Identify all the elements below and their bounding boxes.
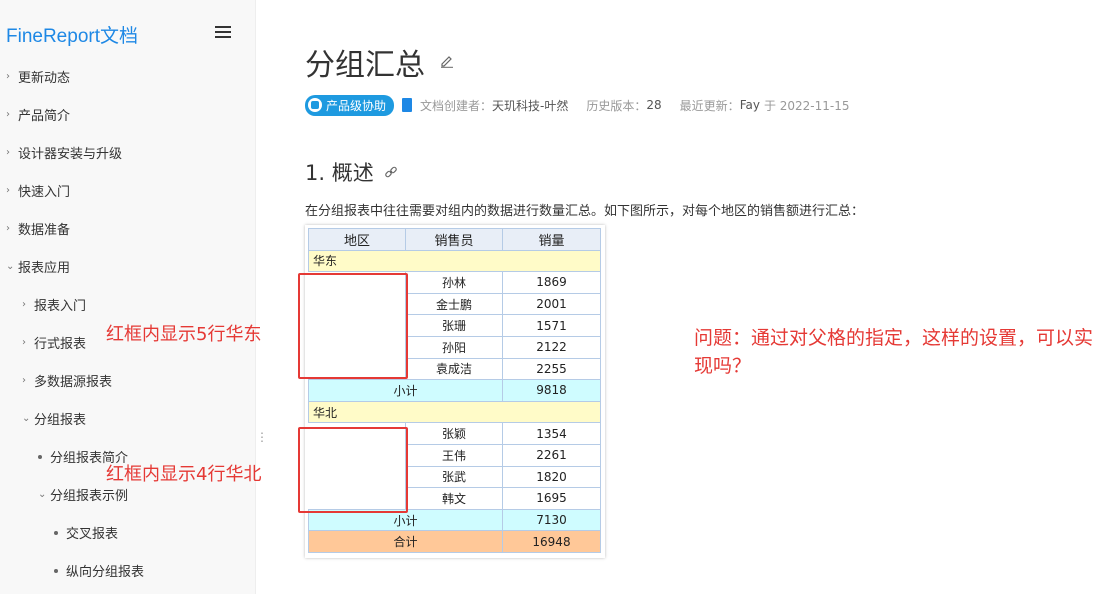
document-icon bbox=[402, 98, 413, 112]
chevron-down-icon: ⌄ bbox=[22, 413, 31, 424]
sidebar-item-updates[interactable]: › 更新动态 bbox=[6, 67, 70, 86]
support-badge[interactable]: 产品级协助 bbox=[305, 94, 395, 116]
question-annotation: 问题：通过对父格的指定，这样的设置，可以实现吗？ bbox=[694, 327, 1094, 377]
bullet-icon bbox=[38, 454, 42, 459]
sidebar-item-quickstart[interactable]: › 快速入门 bbox=[6, 181, 70, 200]
sidebar: FineReport文档 › 更新动态 › 产品简介 › 设计器安装与升级 › 快速入门… bbox=[0, 0, 256, 594]
annotation-north: 红框内显示4行华北 bbox=[106, 464, 262, 485]
sidebar-item-install[interactable]: › 设计器安装与升级 bbox=[6, 143, 122, 162]
sidebar-item-report-basics[interactable]: › 报表入门 bbox=[22, 295, 86, 314]
sidebar-item-report-apps[interactable]: ⌄ 报表应用 bbox=[6, 257, 70, 276]
subtotal-row: 小计 9818 bbox=[308, 379, 601, 402]
chevron-right-icon: › bbox=[22, 337, 26, 348]
bullet-icon bbox=[54, 568, 58, 573]
updated-by: Fay bbox=[739, 98, 760, 112]
chevron-right-icon: › bbox=[6, 185, 10, 196]
sidebar-item-row-report[interactable]: › 行式报表 bbox=[22, 333, 86, 352]
red-highlight-box-east bbox=[298, 273, 408, 379]
chevron-right-icon: › bbox=[6, 147, 10, 158]
sidebar-item-group-report[interactable]: ⌄ 分组报表 bbox=[22, 409, 86, 428]
chevron-down-icon: ⌄ bbox=[6, 261, 15, 272]
sidebar-item-vertical-group[interactable]: 纵向分组报表 bbox=[54, 561, 144, 580]
chevron-down-icon: ⌄ bbox=[38, 489, 47, 500]
chevron-right-icon: › bbox=[6, 109, 10, 120]
brand-logo-text[interactable]: FineReport文档 bbox=[6, 21, 138, 48]
total-row: 合计 16948 bbox=[308, 530, 601, 553]
chevron-right-icon: › bbox=[6, 223, 10, 234]
chevron-right-icon: › bbox=[22, 375, 26, 386]
doc-creator: 天玑科技-叶然 bbox=[492, 98, 569, 113]
sidebar-item-multi-source[interactable]: › 多数据源报表 bbox=[22, 371, 112, 390]
edit-pencil-icon[interactable] bbox=[440, 54, 454, 68]
hamburger-menu-icon[interactable] bbox=[215, 26, 231, 39]
sidebar-item-data-prep[interactable]: › 数据准备 bbox=[6, 219, 70, 238]
doc-meta: 产品级协助 文档创建者： 天玑科技-叶然 历史版本： 28 最近更新： Fay … bbox=[305, 94, 850, 116]
sidebar-item-group-examples[interactable]: ⌄ 分组报表示例 bbox=[38, 485, 128, 504]
group-row: 华东 bbox=[308, 249, 601, 273]
history-version[interactable]: 28 bbox=[646, 98, 661, 112]
support-icon bbox=[308, 98, 322, 112]
sidebar-resize-handle-icon[interactable]: ⋮ bbox=[256, 430, 268, 444]
annotation-east: 红框内显示5行华东 bbox=[106, 324, 262, 345]
group-row: 华北 bbox=[308, 400, 601, 424]
red-highlight-box-north bbox=[298, 427, 408, 513]
section-heading: 1. 概述 bbox=[305, 161, 374, 185]
updated-date: 于 2022-11-15 bbox=[763, 98, 850, 113]
sidebar-item-product-intro[interactable]: › 产品简介 bbox=[6, 105, 70, 124]
link-icon[interactable] bbox=[384, 165, 398, 179]
chevron-right-icon: › bbox=[22, 299, 26, 310]
page-title: 分组汇总 bbox=[305, 48, 425, 83]
section-description: 在分组报表中往往需要对组内的数据进行数量汇总。如下图所示，对每个地区的销售额进行… bbox=[305, 204, 865, 219]
bullet-icon bbox=[54, 530, 58, 535]
sidebar-item-cross-report[interactable]: 交叉报表 bbox=[54, 523, 118, 542]
table-header-row: 地区 销售员 销量 bbox=[308, 228, 601, 251]
chevron-right-icon: › bbox=[6, 71, 10, 82]
